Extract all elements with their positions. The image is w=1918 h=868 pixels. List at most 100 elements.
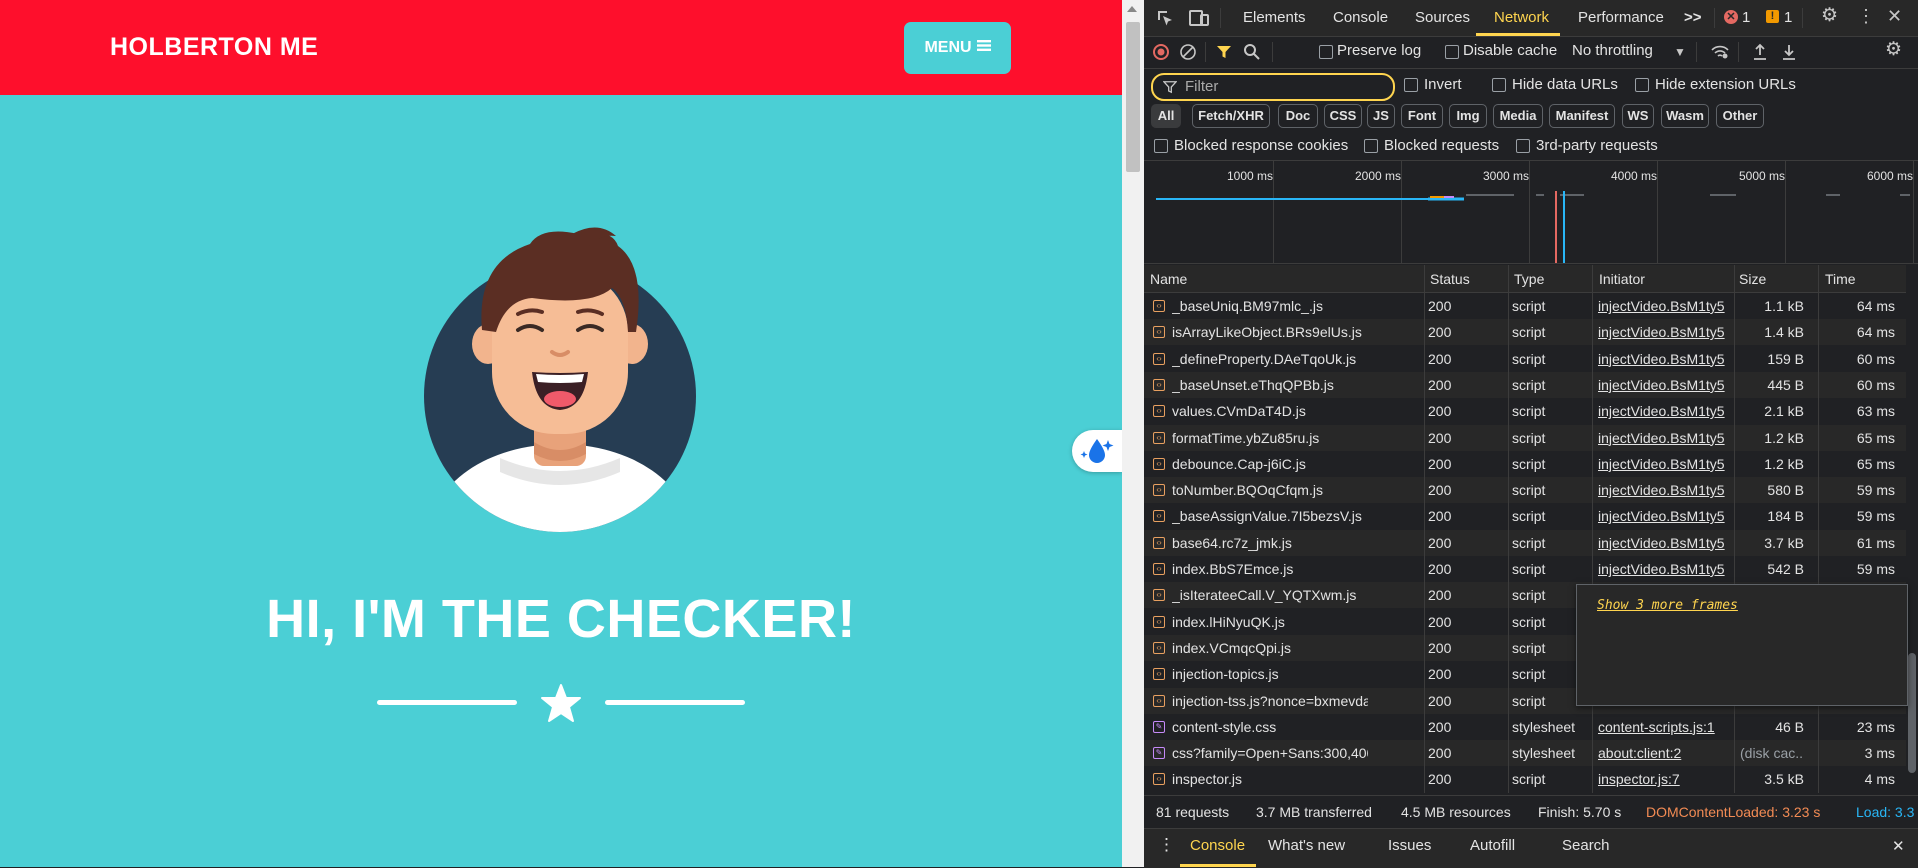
cell-initiator[interactable]: injectVideo.BsM1ty5 xyxy=(1598,403,1734,419)
warning-icon[interactable]: ! xyxy=(1766,10,1779,23)
inspect-element-icon[interactable] xyxy=(1156,9,1174,27)
request-row[interactable]: ‹› _baseUnset.eThqQPBb.js 200 script injectV… xyxy=(1144,371,1906,398)
preserve-log-checkbox[interactable] xyxy=(1319,45,1333,59)
chip-js[interactable]: JS xyxy=(1367,104,1395,128)
chip-other[interactable]: Other xyxy=(1716,104,1764,128)
filter-funnel-icon[interactable] xyxy=(1216,44,1232,60)
device-toolbar-icon[interactable] xyxy=(1189,9,1209,27)
page-scrollbar[interactable] xyxy=(1122,0,1144,867)
export-har-icon[interactable] xyxy=(1781,43,1797,61)
show-more-frames-link[interactable]: Show 3 more frames xyxy=(1597,598,1738,613)
request-row[interactable]: ‹› _baseUniq.BM97mlc_.js 200 script injectVi… xyxy=(1144,293,1906,319)
more-options-icon[interactable]: ⋮ xyxy=(1857,7,1875,25)
drawer-tab-whats-new[interactable]: What's new xyxy=(1268,837,1345,854)
blocked-requests-checkbox[interactable] xyxy=(1364,139,1378,153)
request-row[interactable]: ‹› values.CVmDaT4D.js 200 script injectVideo… xyxy=(1144,398,1906,424)
site-title[interactable]: HOLBERTON ME xyxy=(110,33,318,62)
chip-font[interactable]: Font xyxy=(1401,104,1443,128)
request-row[interactable]: ✎ css?family=Open+Sans:300,400,600 200 styl… xyxy=(1144,740,1906,767)
request-row[interactable]: ‹› formatTime.ybZu85ru.js 200 script injectV… xyxy=(1144,424,1906,451)
clear-log-icon[interactable] xyxy=(1180,44,1196,60)
cell-initiator[interactable]: content-scripts.js:1 xyxy=(1598,719,1734,735)
column-time[interactable]: Time xyxy=(1825,271,1856,287)
chip-fetch-xhr[interactable]: Fetch/XHR xyxy=(1192,104,1270,128)
drawer-menu-icon[interactable]: ⋮ xyxy=(1158,835,1175,855)
menu-button[interactable]: MENU xyxy=(904,22,1011,74)
tab-performance[interactable]: Performance xyxy=(1578,9,1664,26)
throttling-select[interactable]: No throttling xyxy=(1572,42,1653,59)
drawer-tab-autofill[interactable]: Autofill xyxy=(1470,837,1515,854)
column-initiator[interactable]: Initiator xyxy=(1599,271,1645,287)
drawer-tab-search[interactable]: Search xyxy=(1562,837,1610,854)
close-drawer-icon[interactable]: ✕ xyxy=(1892,837,1905,855)
cell-initiator[interactable]: injectVideo.BsM1ty5 xyxy=(1598,377,1734,393)
error-icon[interactable]: ✕ xyxy=(1724,10,1738,24)
chip-ws[interactable]: WS xyxy=(1622,104,1654,128)
cell-initiator[interactable]: injectVideo.BsM1ty5 xyxy=(1598,324,1734,340)
settings-gear-icon[interactable]: ⚙ xyxy=(1821,6,1838,25)
hide-extension-urls-checkbox[interactable] xyxy=(1635,78,1649,92)
chip-wasm[interactable]: Wasm xyxy=(1661,104,1709,128)
record-stop-icon[interactable] xyxy=(1153,44,1169,60)
tab-console[interactable]: Console xyxy=(1333,9,1388,26)
tab-sources[interactable]: Sources xyxy=(1415,9,1470,26)
tab-network[interactable]: Network xyxy=(1494,9,1549,26)
network-overview-timeline[interactable]: 1000 ms 2000 ms 3000 ms 4000 ms 5000 ms … xyxy=(1144,160,1918,264)
cell-time: 65 ms xyxy=(1856,429,1895,446)
error-count[interactable]: 1 xyxy=(1742,9,1750,26)
drawer-tab-issues[interactable]: Issues xyxy=(1388,837,1431,854)
request-row[interactable]: ‹› base64.rc7z_jmk.js 200 script injectVideo… xyxy=(1144,529,1906,556)
request-row[interactable]: ‹› _defineProperty.DAeTqoUk.js 200 script in… xyxy=(1144,346,1906,372)
search-icon[interactable] xyxy=(1243,43,1261,61)
hide-data-urls-checkbox[interactable] xyxy=(1492,78,1506,92)
page-scroll-thumb[interactable] xyxy=(1126,22,1140,172)
request-row[interactable]: ‹› index.BbS7Emce.js 200 script injectVideo.… xyxy=(1144,556,1906,582)
cell-initiator[interactable]: injectVideo.BsM1ty5 xyxy=(1598,298,1734,314)
cell-name: _baseUnset.eThqQPBb.js xyxy=(1172,376,1334,393)
drawer-tab-console[interactable]: Console xyxy=(1190,837,1245,854)
tab-elements[interactable]: Elements xyxy=(1243,9,1306,26)
network-settings-gear-icon[interactable]: ⚙ xyxy=(1885,40,1902,59)
cell-initiator[interactable]: injectVideo.BsM1ty5 xyxy=(1598,430,1734,446)
cell-initiator[interactable]: injectVideo.BsM1ty5 xyxy=(1598,535,1734,551)
cell-initiator[interactable]: injectVideo.BsM1ty5 xyxy=(1598,456,1734,472)
disable-cache-checkbox[interactable] xyxy=(1445,45,1459,59)
chip-media[interactable]: Media xyxy=(1493,104,1543,128)
chip-img[interactable]: Img xyxy=(1449,104,1487,128)
cell-initiator[interactable]: about:client:2 xyxy=(1598,745,1734,761)
column-status[interactable]: Status xyxy=(1430,271,1470,287)
request-row[interactable]: ‹› _baseAssignValue.7I5bezsV.js 200 script i… xyxy=(1144,503,1906,529)
cell-status: 200 xyxy=(1428,508,1452,525)
close-devtools-icon[interactable]: ✕ xyxy=(1887,7,1902,25)
cell-initiator[interactable]: injectVideo.BsM1ty5 xyxy=(1598,508,1734,524)
request-row[interactable]: ‹› toNumber.BQOqCfqm.js 200 script injectVid… xyxy=(1144,477,1906,504)
warning-count[interactable]: 1 xyxy=(1784,9,1792,26)
blocked-response-cookies-checkbox[interactable] xyxy=(1154,139,1168,153)
third-party-requests-checkbox[interactable] xyxy=(1516,139,1530,153)
network-conditions-icon[interactable] xyxy=(1710,44,1730,60)
column-type[interactable]: Type xyxy=(1514,271,1544,287)
table-scrollbar[interactable] xyxy=(1906,265,1918,793)
table-scroll-thumb[interactable] xyxy=(1908,653,1916,773)
request-row[interactable]: ‹› inspector.js 200 script inspector.js:7 3.5… xyxy=(1144,766,1906,792)
chip-doc[interactable]: Doc xyxy=(1278,104,1318,128)
chip-all[interactable]: All xyxy=(1151,104,1181,128)
extension-float-widget[interactable] xyxy=(1072,430,1122,472)
chevron-down-icon[interactable]: ▼ xyxy=(1674,44,1686,60)
more-tabs-icon[interactable]: >> xyxy=(1684,9,1702,26)
chip-css[interactable]: CSS xyxy=(1324,104,1362,128)
cell-initiator[interactable]: injectVideo.BsM1ty5 xyxy=(1598,561,1734,577)
filter-input[interactable]: Filter xyxy=(1151,73,1395,101)
column-size[interactable]: Size xyxy=(1739,271,1766,287)
request-row[interactable]: ‹› isArrayLikeObject.BRs9elUs.js 200 script… xyxy=(1144,319,1906,346)
request-row[interactable]: ✎ content-style.css 200 stylesheet content-s… xyxy=(1144,714,1906,740)
chip-manifest[interactable]: Manifest xyxy=(1549,104,1615,128)
scroll-up-arrow-icon[interactable] xyxy=(1127,6,1137,12)
cell-initiator[interactable]: injectVideo.BsM1ty5 xyxy=(1598,482,1734,498)
cell-initiator[interactable]: inspector.js:7 xyxy=(1598,771,1734,787)
column-name[interactable]: Name xyxy=(1150,271,1187,287)
request-row[interactable]: ‹› debounce.Cap-j6iC.js 200 script injectVid… xyxy=(1144,451,1906,477)
cell-initiator[interactable]: injectVideo.BsM1ty5 xyxy=(1598,351,1734,367)
invert-checkbox[interactable] xyxy=(1404,78,1418,92)
import-har-icon[interactable] xyxy=(1752,43,1768,61)
